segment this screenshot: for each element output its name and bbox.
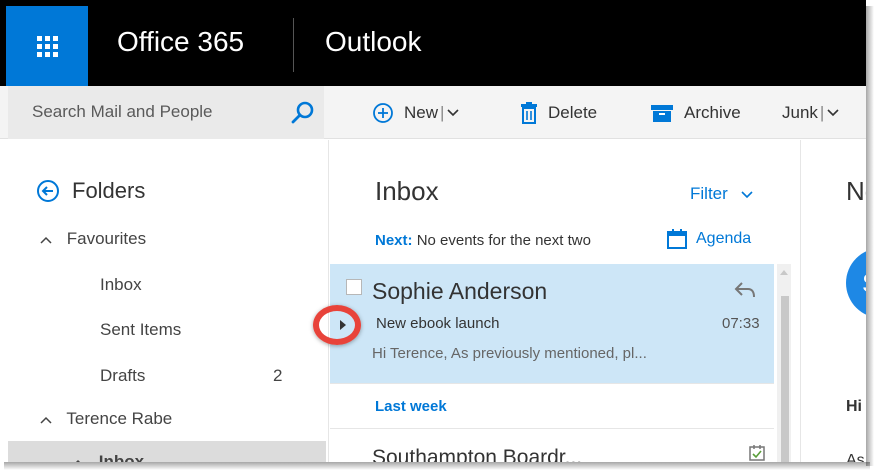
scroll-thumb[interactable] [781, 296, 789, 462]
folders-title: Folders [72, 178, 146, 203]
back-arrow-icon[interactable] [36, 179, 60, 203]
reading-greeting: Hi T [846, 398, 866, 415]
message-checkbox[interactable] [346, 279, 362, 295]
outlook-window: Office 365 Outlook New | Delete Archive [0, 0, 866, 462]
highlight-annotation [313, 305, 361, 345]
search-box[interactable] [8, 86, 324, 139]
delete-button[interactable]: Delete [520, 86, 597, 139]
account-label: Terence Rabe [66, 409, 173, 428]
chevron-up-icon [72, 452, 84, 462]
drafts-count-badge: 2 [273, 366, 283, 385]
archive-button[interactable]: Archive [650, 86, 741, 139]
chevron-down-icon[interactable] [826, 103, 840, 123]
favourites-label: Favourites [66, 229, 147, 248]
app-title[interactable]: Outlook [325, 26, 422, 58]
message-sender: Sophie Anderson [372, 278, 548, 304]
brand-title[interactable]: Office 365 [117, 26, 244, 58]
calendar-icon [666, 228, 688, 250]
delete-button-label: Delete [548, 102, 598, 122]
chevron-up-icon [40, 229, 52, 249]
scroll-up-icon[interactable] [780, 270, 788, 275]
filter-label: Filter [690, 184, 728, 203]
chevron-down-icon[interactable] [446, 103, 460, 123]
reply-icon [734, 282, 755, 298]
archive-icon [650, 103, 674, 123]
agenda-label: Agenda [696, 230, 752, 247]
account-toggle[interactable]: Terence Rabe [40, 409, 172, 429]
junk-divider: | [819, 102, 825, 122]
junk-button-label: Junk [782, 102, 818, 122]
app-launcher-button[interactable] [6, 6, 88, 86]
filter-button[interactable]: Filter [690, 184, 753, 204]
agenda-button[interactable]: Agenda [666, 228, 751, 250]
reading-title: Ne [846, 176, 866, 206]
app-launcher-icon [36, 35, 58, 57]
folder-item-drafts[interactable]: Drafts [100, 366, 145, 386]
window-shadow-bottom [4, 462, 870, 470]
calendar-icon [749, 445, 765, 461]
archive-button-label: Archive [684, 102, 741, 122]
account-inbox-label: Inbox [98, 452, 145, 462]
new-button[interactable]: New | [372, 86, 460, 139]
group-label: Last week [375, 398, 447, 415]
message-sender-2: Southampton Boardr... [372, 446, 583, 462]
favourites-toggle[interactable]: Favourites [40, 229, 146, 249]
junk-button[interactable]: Junk | [782, 86, 840, 139]
new-button-label: New [404, 102, 439, 122]
account-inbox-row[interactable] [8, 441, 326, 462]
chevron-up-icon [40, 409, 52, 429]
list-title: Inbox [375, 176, 439, 206]
next-prefix: Next: [375, 232, 413, 249]
header-divider [293, 18, 294, 72]
next-event-text: No events for the next two [416, 232, 591, 249]
window-shadow-right [866, 6, 874, 466]
message-subject: New ebook launch [376, 315, 500, 332]
folder-item-inbox[interactable]: Inbox [100, 275, 142, 295]
search-icon[interactable] [290, 100, 316, 126]
plus-circle-icon [372, 102, 394, 124]
trash-icon [520, 101, 538, 124]
account-inbox-item[interactable]: Inbox [72, 452, 144, 462]
folders-header[interactable]: Folders [36, 178, 145, 204]
search-input[interactable] [32, 96, 272, 128]
reading-body: As p [846, 452, 866, 462]
chevron-down-icon [740, 184, 753, 204]
message-time: 07:33 [722, 315, 760, 332]
new-divider: | [440, 102, 445, 122]
next-event-line: Next: No events for the next two [375, 232, 591, 249]
folder-item-sent-items[interactable]: Sent Items [100, 320, 181, 340]
message-preview: Hi Terence, As previously mentioned, pl.… [372, 345, 647, 362]
